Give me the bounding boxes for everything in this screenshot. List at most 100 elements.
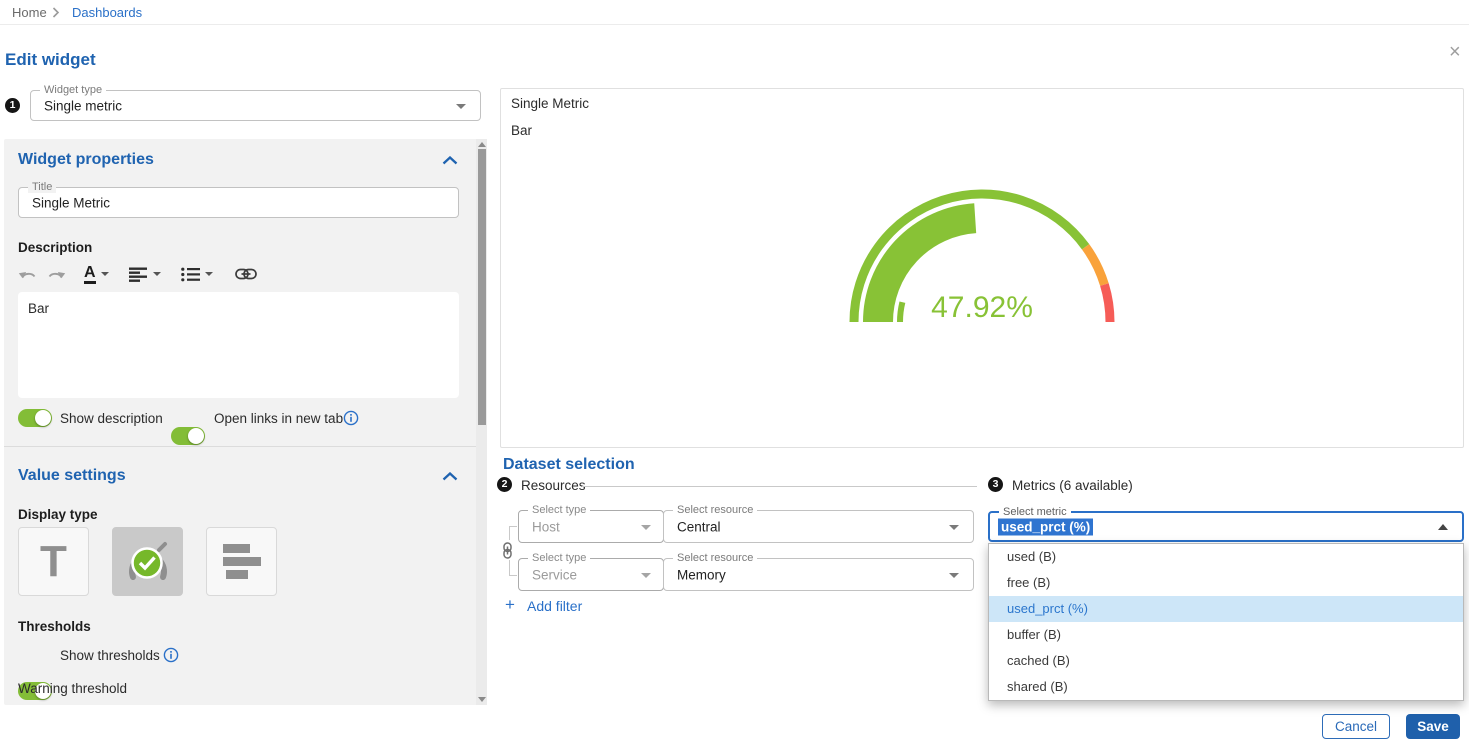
link-bracket — [509, 526, 510, 540]
show-thresholds-label: Show thresholds — [60, 648, 160, 663]
step-3-badge: 3 — [988, 477, 1003, 492]
metric-select-value: used_prct (%) — [998, 519, 1093, 534]
show-description-toggle[interactable] — [18, 409, 52, 427]
display-type-gauge-tile[interactable] — [112, 527, 183, 596]
widget-type-value: Single metric — [44, 98, 122, 113]
resource-value-1: Central — [677, 519, 721, 534]
bar-chart-icon — [223, 544, 261, 579]
metric-option[interactable]: cached (B) — [989, 648, 1463, 674]
close-icon[interactable]: × — [1449, 42, 1461, 62]
widget-type-select[interactable]: Widget type Single metric — [30, 90, 481, 121]
scrollbar-thumb[interactable] — [478, 149, 486, 425]
link-bracket — [509, 575, 517, 576]
description-label: Description — [18, 240, 92, 255]
link-bracket — [509, 560, 510, 575]
resource-type-select-2[interactable]: Select type Service — [518, 558, 664, 591]
align-button[interactable] — [129, 267, 161, 282]
metrics-label: Metrics (6 available) — [1012, 478, 1133, 493]
chevron-down-icon — [641, 525, 651, 530]
chevron-down-icon — [641, 573, 651, 578]
scrollbar-down-icon[interactable] — [478, 697, 486, 702]
title-input[interactable]: Title Single Metric — [18, 187, 459, 218]
resource-label-1: Select resource — [673, 504, 757, 516]
resource-type-value-1: Host — [532, 519, 560, 534]
widget-properties-heading: Widget properties — [18, 151, 154, 169]
info-icon[interactable] — [163, 647, 179, 663]
save-button[interactable]: Save — [1406, 714, 1460, 739]
metric-option[interactable]: free (B) — [989, 570, 1463, 596]
metric-option-selected[interactable]: used_prct (%) — [989, 596, 1463, 622]
resource-value-2: Memory — [677, 567, 726, 582]
chevron-down-icon — [153, 272, 161, 276]
panel-divider — [4, 446, 487, 447]
link-icon[interactable] — [235, 268, 257, 280]
resource-label-2: Select resource — [673, 552, 757, 564]
link-bracket — [509, 526, 517, 527]
description-value: Bar — [28, 301, 49, 316]
breadcrumb-dashboards-link[interactable]: Dashboards — [72, 5, 142, 20]
redo-icon[interactable] — [47, 267, 66, 282]
metric-option[interactable]: buffer (B) — [989, 622, 1463, 648]
collapse-chevron-up-icon[interactable] — [442, 472, 458, 481]
chevron-down-icon — [205, 272, 213, 276]
chevron-down-icon — [949, 573, 959, 578]
title-input-value: Single Metric — [32, 195, 110, 210]
gauge-chart: 47.92% — [830, 173, 1134, 335]
chevron-down-icon — [101, 272, 109, 276]
text-display-icon: T — [40, 540, 67, 584]
chevron-up-icon[interactable] — [1438, 524, 1448, 530]
display-type-text-tile[interactable]: T — [18, 527, 89, 596]
metric-select-label: Select metric — [999, 506, 1071, 518]
selected-text: used_prct (%) — [998, 518, 1093, 535]
description-toolbar: A — [18, 262, 257, 286]
list-button[interactable] — [181, 267, 213, 282]
widget-type-label: Widget type — [40, 84, 106, 96]
title-input-label: Title — [28, 181, 56, 193]
text-color-button[interactable]: A — [84, 265, 109, 284]
gauge-critical-arc — [1104, 285, 1110, 322]
show-description-label: Show description — [60, 411, 163, 426]
chevron-down-icon — [456, 104, 466, 109]
metric-select[interactable]: Select metric used_prct (%) — [988, 511, 1464, 542]
display-type-bar-tile[interactable] — [206, 527, 277, 596]
open-links-label: Open links in new tab — [214, 411, 343, 426]
warning-threshold-label: Warning threshold — [18, 681, 127, 696]
info-icon[interactable] — [343, 410, 359, 426]
metric-option[interactable]: shared (B) — [989, 674, 1463, 700]
resources-label: Resources — [521, 478, 586, 493]
resource-select-2[interactable]: Select resource Memory — [663, 558, 974, 591]
plus-icon[interactable]: + — [505, 596, 515, 613]
breadcrumb-home-link[interactable]: Home — [12, 5, 47, 20]
resources-divider — [582, 486, 977, 487]
add-filter-button[interactable]: Add filter — [527, 598, 582, 614]
check-circle-icon — [132, 548, 161, 577]
undo-icon[interactable] — [18, 267, 37, 282]
align-left-icon — [129, 267, 148, 282]
thresholds-label: Thresholds — [18, 619, 91, 634]
resource-type-select-1[interactable]: Select type Host — [518, 510, 664, 543]
metric-options-dropdown: used (B) free (B) used_prct (%) buffer (… — [988, 543, 1464, 701]
metric-option[interactable]: used (B) — [989, 544, 1463, 570]
preview-title: Single Metric — [511, 96, 589, 111]
collapse-chevron-up-icon[interactable] — [442, 156, 458, 165]
resource-type-label-1: Select type — [528, 504, 590, 516]
step-1-badge: 1 — [5, 98, 20, 113]
chevron-right-icon — [52, 7, 60, 18]
text-color-icon: A — [84, 264, 96, 281]
page-title: Edit widget — [5, 50, 96, 70]
step-2-badge: 2 — [497, 477, 512, 492]
resource-type-value-2: Service — [532, 567, 577, 582]
cancel-button[interactable]: Cancel — [1322, 714, 1390, 739]
link-icon — [501, 542, 514, 559]
description-textarea[interactable]: Bar — [18, 292, 459, 398]
open-links-toggle[interactable] — [171, 427, 205, 445]
gauge-display-icon — [125, 541, 171, 583]
bullet-list-icon — [181, 267, 200, 282]
scrollbar-up-icon[interactable] — [478, 142, 486, 147]
display-type-label: Display type — [18, 507, 98, 522]
preview-description: Bar — [511, 123, 532, 138]
gauge-inner-arc — [900, 302, 902, 322]
gauge-value-label: 47.92% — [931, 291, 1033, 324]
resource-select-1[interactable]: Select resource Central — [663, 510, 974, 543]
chevron-down-icon — [949, 525, 959, 530]
